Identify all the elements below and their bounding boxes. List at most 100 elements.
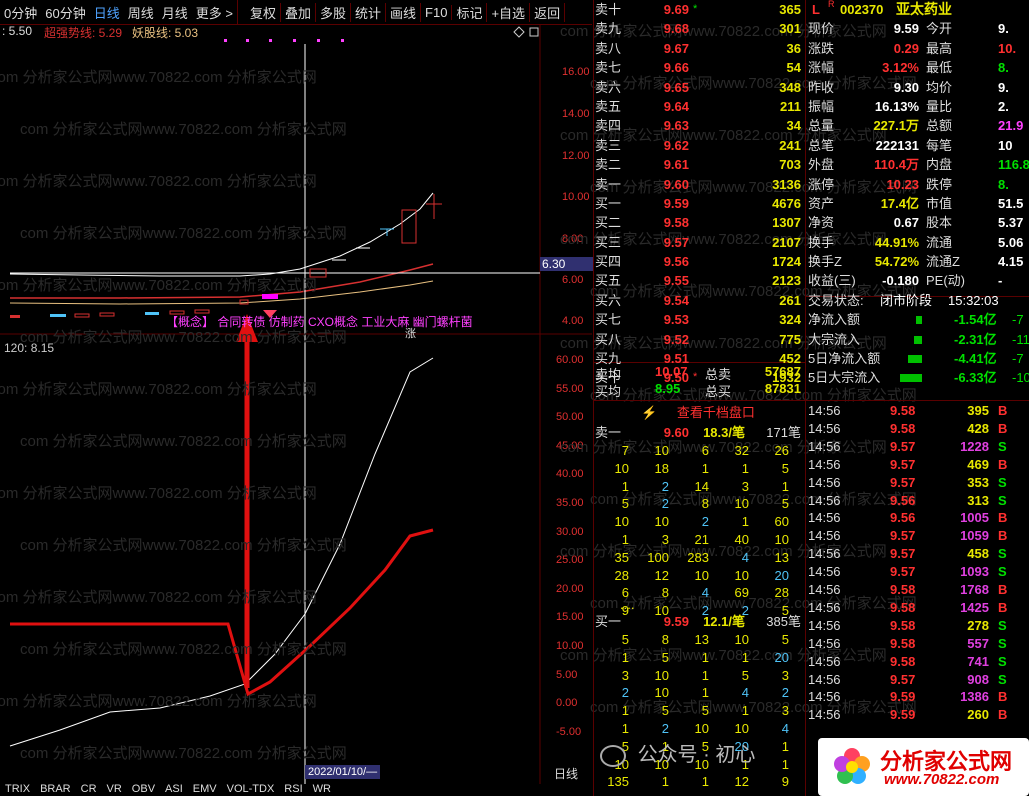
queue-cell: 1: [621, 703, 629, 719]
orderbook-row[interactable]: 卖二 9.61 703: [593, 155, 803, 174]
queue-cell: 21: [694, 532, 709, 547]
trade-row: 14:56 9.57 1059 B: [806, 527, 1029, 545]
depth-button[interactable]: ⚡ 查看千档盘口: [593, 402, 803, 420]
depth-queue-row: 1 3 21 40 10: [593, 531, 803, 549]
indicator-tab[interactable]: RSI: [279, 783, 307, 795]
queue-cell: 4: [741, 549, 749, 565]
indicator-tab[interactable]: VR: [102, 783, 127, 795]
trade-time: 14:56: [808, 456, 841, 472]
quote-label: 流通: [926, 234, 953, 250]
indicator-tab[interactable]: CR: [76, 783, 102, 795]
orderbook-row[interactable]: 卖三 9.62 241: [593, 136, 803, 155]
orderbook-row[interactable]: 卖一 9.60 3136: [593, 175, 803, 194]
level-price: 9.58: [663, 215, 689, 231]
trade-volume: 1386: [960, 689, 989, 705]
quote-label: 今开: [926, 21, 953, 37]
quote-value: 17.4亿: [880, 195, 919, 211]
toolbar-item[interactable]: 复权: [246, 2, 281, 22]
level-label: 卖五: [595, 98, 622, 114]
indicator-tab[interactable]: VOL-TDX: [222, 783, 280, 795]
trade-time: 14:56: [808, 707, 841, 723]
toolbar-item[interactable]: 返回: [530, 2, 566, 22]
orderbook-row[interactable]: 卖六 9.65 348: [593, 78, 803, 97]
trade-side: S: [998, 635, 1007, 651]
toolbar-item[interactable]: 0分钟: [0, 3, 41, 22]
quote-value: 5.06: [998, 234, 1024, 250]
orderbook-row[interactable]: 卖九 9.68 301: [593, 19, 803, 38]
quote-row: 换手Z 54.72% 流通Z 4.15: [806, 252, 1029, 271]
quote-value: 16.13%: [874, 98, 919, 114]
candlesticks: [10, 194, 442, 318]
trade-price: 9.58: [890, 617, 916, 633]
level-mark: *: [693, 3, 698, 15]
queue-cell: 5: [621, 632, 629, 647]
concept-bar[interactable]: 【概念】 合同转债 仿制药 CXO概念 工业大麻 幽门螺杆菌: [166, 313, 473, 330]
level-price: 9.63: [663, 118, 689, 134]
orderbook-row[interactable]: 卖八 9.67 36: [593, 39, 803, 58]
orderbook-row[interactable]: 买五 9.55 2123: [593, 271, 803, 290]
lower-tick: 30.00: [556, 525, 584, 538]
flower-logo-icon: [834, 748, 870, 784]
queue-cell: 4: [781, 721, 789, 736]
level-volume: 703: [779, 157, 801, 173]
trade-price: 9.57: [890, 456, 916, 472]
orderbook-row[interactable]: 买七 9.53 324: [593, 310, 803, 329]
toolbar-item[interactable]: 画线: [386, 2, 422, 22]
queue-cell: 2: [701, 514, 709, 530]
ob-avg-buy-row: 买均 8.95 总买 87831: [593, 381, 803, 399]
orderbook-row[interactable]: 买三 9.57 2107: [593, 233, 803, 252]
trade-price: 9.59: [890, 689, 916, 705]
queue-cell: 5: [781, 460, 789, 476]
orderbook-row[interactable]: 卖五 9.64 211: [593, 97, 803, 116]
indicator-tab[interactable]: EMV: [188, 783, 222, 795]
toolbar-item[interactable]: 周线: [124, 3, 158, 22]
quote-row: 现价 9.59 今开 9.: [806, 19, 1029, 38]
toolbar-item[interactable]: 60分钟: [41, 3, 89, 22]
quote-label: 净资: [808, 215, 835, 231]
orderbook-row[interactable]: 买六 9.54 261: [593, 291, 803, 310]
level-label: 卖三: [595, 137, 622, 153]
orderbook-row[interactable]: 买八 9.52 775: [593, 330, 803, 349]
toolbar-item[interactable]: 叠加: [281, 2, 316, 22]
wechat-watermark: 公众号 · 初心: [600, 738, 755, 768]
kline-chart[interactable]: [0, 24, 592, 796]
indicator-tab[interactable]: TRIX: [0, 783, 35, 795]
quote-label: 外盘: [808, 157, 835, 173]
depth-queue-row: 35 100 283 4 13: [593, 549, 803, 567]
trade-price: 9.58: [890, 420, 916, 436]
toolbar-item[interactable]: 日线: [90, 3, 124, 22]
orderbook-row[interactable]: 买四 9.56 1724: [593, 252, 803, 271]
level-label: 买六: [595, 292, 622, 308]
toolbar-item[interactable]: 多股: [316, 2, 352, 22]
toolbar-item[interactable]: +自选: [487, 2, 531, 22]
toolbar-item[interactable]: 更多 >: [192, 3, 237, 22]
toolbar-item[interactable]: 月线: [158, 3, 192, 22]
trade-side: B: [998, 510, 1008, 526]
flow-value: -4.41亿: [954, 351, 997, 367]
orderbook-row[interactable]: 卖十 9.69 * 365: [593, 0, 803, 19]
indicator-tab[interactable]: ASI: [160, 783, 188, 795]
queue-cell: 10: [694, 567, 709, 583]
queue-cell: 8: [661, 632, 669, 647]
toolbar-item[interactable]: 统计: [351, 2, 387, 22]
flow-value: -1.54亿: [954, 312, 997, 328]
chart-area[interactable]: 16.00 14.00 12.00 10.00 8.00 6.00 4.00 60.00 55…: [0, 24, 594, 796]
orderbook-row[interactable]: 买一 9.59 4676: [593, 194, 803, 213]
lower-tick: -5.00: [556, 725, 582, 738]
orderbook-row[interactable]: 买二 9.58 1307: [593, 213, 803, 232]
trade-time: 14:56: [808, 403, 841, 418]
orderbook-row[interactable]: 卖七 9.66 54: [593, 58, 803, 77]
indicator-tab[interactable]: OBV: [127, 783, 160, 795]
toolbar-item[interactable]: F10: [421, 4, 453, 20]
toolbar-item[interactable]: 标记: [452, 2, 488, 22]
trade-volume: 469: [967, 456, 989, 472]
indicator-tab[interactable]: WR: [308, 783, 336, 795]
trade-side: S: [998, 564, 1007, 580]
queue-cell: 2: [621, 685, 629, 701]
total-buy-label: 总买: [705, 384, 732, 399]
price-marker: 6.30: [540, 257, 594, 271]
indicator-red-line: [10, 528, 434, 697]
indicator-tab[interactable]: BRAR: [35, 783, 76, 795]
orderbook-row[interactable]: 卖四 9.63 34: [593, 116, 803, 135]
level-price: 9.64: [663, 98, 689, 114]
